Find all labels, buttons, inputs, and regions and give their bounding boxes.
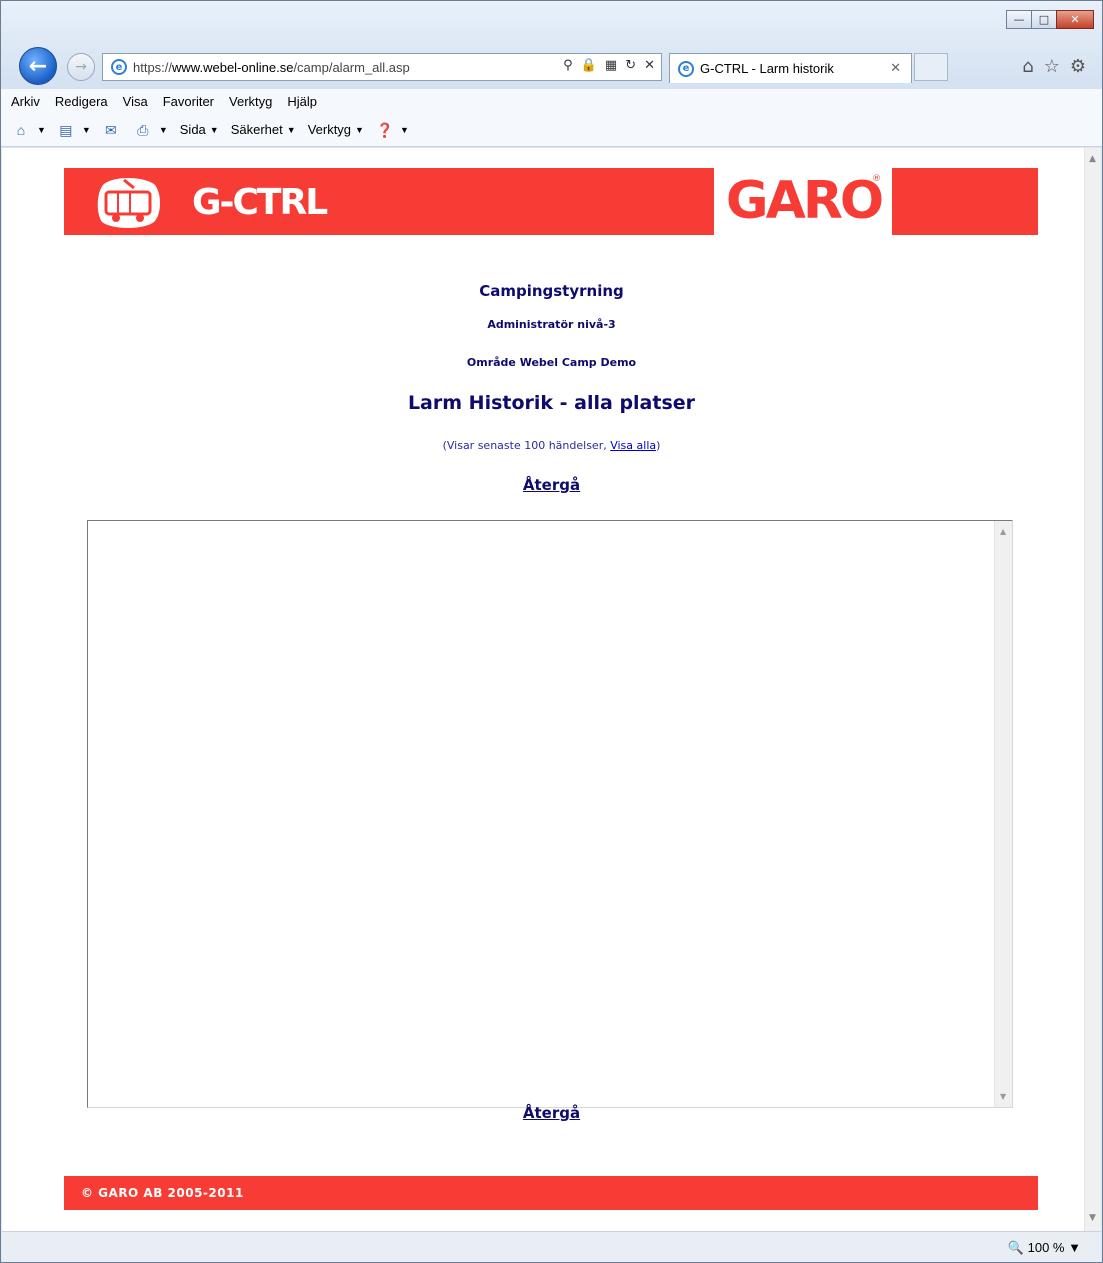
feeds-command[interactable]: ▤ ▼: [58, 122, 91, 138]
arrow-right-icon: →: [75, 59, 87, 75]
chevron-down-icon: ▼: [37, 124, 46, 135]
back-link-bottom[interactable]: Återgå: [2, 1104, 1101, 1122]
caravan-logo-icon: [97, 178, 160, 228]
tools-label: Verktyg: [307, 122, 352, 137]
header-banner: G-CTRL GARO ®: [64, 168, 1038, 235]
back-link-top[interactable]: Återgå: [2, 476, 1101, 494]
tools-command[interactable]: Verktyg ▼: [308, 122, 364, 137]
history-info: (Visar senaste 100 händelser, Visa alla): [2, 439, 1101, 452]
menu-visa[interactable]: Visa: [123, 94, 148, 109]
scroll-down-icon[interactable]: ▼: [1089, 1213, 1096, 1223]
user-level: Administratör nivå-3: [487, 318, 616, 331]
back-button[interactable]: ←: [19, 47, 57, 85]
alarm-history-frame[interactable]: ▲ ▼: [87, 520, 1013, 1108]
favorites-star-icon[interactable]: ☆: [1044, 56, 1060, 77]
forward-button[interactable]: →: [67, 53, 95, 81]
scroll-up-icon[interactable]: ▲: [1089, 154, 1096, 164]
url-prefix: https://: [133, 59, 173, 75]
history-info-prefix: (Visar senaste 100 händelser,: [442, 439, 611, 452]
tab-title: G-CTRL - Larm historik: [700, 61, 834, 76]
gctrl-logo-text: G-CTRL: [192, 182, 328, 223]
page-label: Sida: [179, 122, 206, 137]
show-all-link[interactable]: Visa alla: [610, 439, 656, 452]
history-info-suffix: ): [656, 439, 661, 452]
maximize-button[interactable]: □: [1031, 10, 1057, 29]
safety-command[interactable]: Säkerhet ▼: [231, 122, 296, 137]
menu-arkiv[interactable]: Arkiv: [11, 94, 40, 109]
command-bar: ⌂ ▼ ▤ ▼ ✉ ⎙ ▼ Sida ▼ Säkerhet ▼ Verktyg ▼ ❓ ▼: [1, 113, 1102, 147]
site-title: Campingstyrning: [479, 282, 624, 300]
print-command[interactable]: ⎙ ▼: [135, 122, 168, 138]
lock-icon[interactable]: 🔒: [581, 58, 597, 73]
menu-redigera[interactable]: Redigera: [55, 94, 108, 109]
url-path: /camp/alarm_all.asp: [293, 59, 410, 75]
garo-logo-text: GARO: [725, 171, 884, 231]
menu-bar: Arkiv Redigera Visa Favoriter Verktyg Hj…: [1, 89, 1102, 113]
page-scrollbar[interactable]: ▲ ▼: [1084, 148, 1101, 1231]
tab-ie-icon: e: [678, 60, 694, 77]
home-icon[interactable]: ⌂: [1022, 56, 1033, 77]
menu-hjalp[interactable]: Hjälp: [287, 94, 317, 109]
home-icon: ⌂: [16, 121, 26, 138]
zoom-control[interactable]: 🔍 100 % ▼: [1008, 1240, 1081, 1256]
page-title: Larm Historik - alla platser: [407, 392, 696, 414]
help-command[interactable]: ❓ ▼: [376, 122, 409, 138]
browser-window: — □ ✕ ← → e https://www.webel-online.se/…: [0, 0, 1103, 1263]
scroll-down-icon[interactable]: ▼: [1000, 1092, 1006, 1101]
address-tools: ⚲ 🔒 ▦ ↻ ✕: [563, 58, 655, 73]
rss-icon: ▤: [59, 121, 73, 138]
stop-icon[interactable]: ✕: [644, 58, 655, 73]
window-controls: — □ ✕: [1006, 10, 1094, 29]
menu-verktyg[interactable]: Verktyg: [229, 94, 272, 109]
ie-icon: e: [111, 59, 127, 75]
top-right-icons: ⌂ ☆ ⚙: [1022, 56, 1086, 77]
menu-favoriter[interactable]: Favoriter: [163, 94, 214, 109]
chevron-down-icon: ▼: [81, 124, 91, 135]
mail-command[interactable]: ✉: [103, 122, 123, 138]
help-icon: ❓: [375, 121, 394, 138]
page-command[interactable]: Sida ▼: [180, 122, 219, 137]
mail-icon: ✉: [104, 121, 117, 138]
address-bar[interactable]: e https://www.webel-online.se/camp/alarm…: [102, 53, 662, 81]
minimize-button[interactable]: —: [1006, 10, 1032, 29]
status-bar: 🔍 100 % ▼: [2, 1231, 1101, 1262]
arrow-left-icon: ←: [28, 53, 48, 79]
scroll-up-icon[interactable]: ▲: [1000, 527, 1006, 536]
url-host: www.webel-online.se: [172, 59, 294, 75]
footer-bar: © GARO AB 2005-2011: [64, 1176, 1038, 1210]
copyright-text: © GARO AB 2005-2011: [81, 1186, 244, 1200]
safety-label: Säkerhet: [230, 122, 283, 137]
home-command[interactable]: ⌂ ▼: [13, 122, 46, 138]
chevron-down-icon: ▼: [399, 124, 409, 135]
print-icon: ⎙: [137, 121, 149, 138]
address-url[interactable]: https://www.webel-online.se/camp/alarm_a…: [133, 60, 410, 75]
chevron-down-icon: ▼: [286, 124, 296, 135]
chevron-down-icon: ▼: [158, 124, 168, 135]
chevron-down-icon: ▼: [209, 124, 219, 135]
zoom-level: 100 %: [1027, 1240, 1065, 1255]
chevron-down-icon: ▼: [1068, 1240, 1081, 1255]
gear-icon[interactable]: ⚙: [1070, 56, 1086, 77]
tab-close-icon[interactable]: ✕: [890, 61, 901, 76]
chevron-down-icon: ▼: [355, 124, 364, 135]
new-tab-button[interactable]: [914, 53, 948, 81]
refresh-icon[interactable]: ↻: [625, 58, 636, 73]
registered-mark: ®: [872, 174, 881, 184]
tab-active[interactable]: e G-CTRL - Larm historik ✕: [669, 53, 912, 83]
compat-icon[interactable]: ▦: [605, 58, 617, 73]
area-name: Område Webel Camp Demo: [466, 356, 637, 369]
page-viewport: G-CTRL GARO ® Campingstyrning Administra…: [2, 148, 1101, 1231]
title-bar: — □ ✕ ← → e https://www.webel-online.se/…: [1, 1, 1102, 89]
zoom-icon: 🔍: [1007, 1240, 1024, 1255]
search-icon[interactable]: ⚲: [563, 58, 573, 73]
frame-scrollbar[interactable]: ▲ ▼: [994, 521, 1012, 1107]
close-window-button[interactable]: ✕: [1056, 10, 1094, 29]
